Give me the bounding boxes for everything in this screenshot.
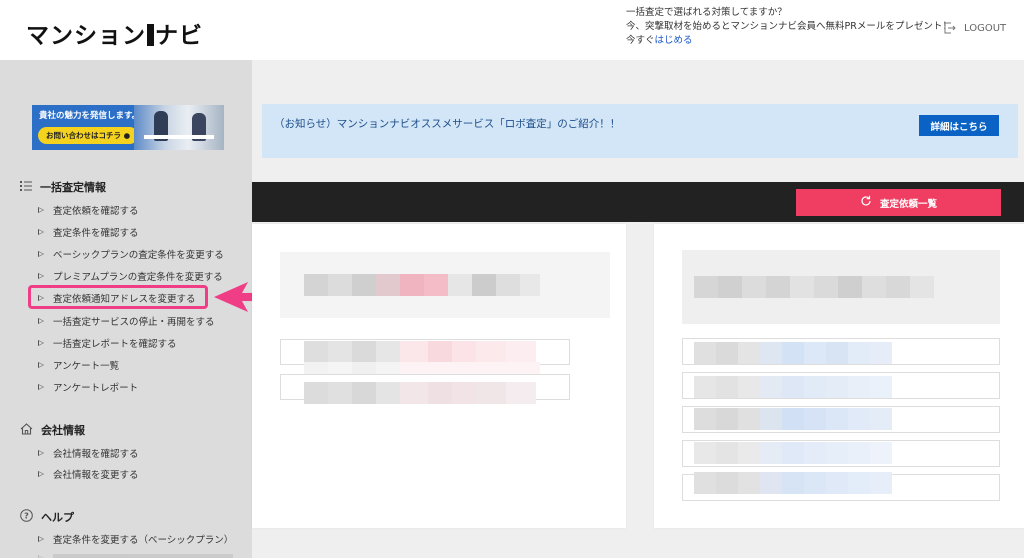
section-title: 一括査定情報 bbox=[40, 181, 106, 194]
header-notice: 一括査定で選ばれる対策してますか？ 今、突撃取材を始めるとマンションナビ会員へ無… bbox=[626, 6, 952, 48]
blurred-row bbox=[304, 274, 540, 296]
request-list-label: 査定依頼一覧 bbox=[879, 198, 937, 210]
menu-survey-list[interactable]: アンケート一覧 bbox=[38, 358, 119, 372]
triangle-icon bbox=[38, 251, 44, 257]
logout-label: LOGOUT bbox=[964, 22, 1007, 34]
triangle-icon bbox=[38, 207, 44, 213]
highlight-box bbox=[28, 285, 208, 309]
logo-text-right: ナビ bbox=[155, 23, 203, 49]
pr-banner[interactable]: 貴社の魅力を発信します。 お問い合わせはコチラ ● bbox=[32, 105, 224, 150]
menu-check-company[interactable]: 会社情報を確認する bbox=[38, 446, 139, 460]
notice-line-3: 今すぐはじめる bbox=[626, 35, 693, 46]
menu-stop-resume[interactable]: 一括査定サービスの停止・再開をする bbox=[38, 314, 215, 328]
blurred-table bbox=[694, 320, 944, 496]
section-title: 会社情報 bbox=[41, 424, 85, 437]
menu-check-requests[interactable]: 査定依頼を確認する bbox=[38, 203, 139, 217]
notice-line-2: 今、突撃取材を始めるとマンションナビ会員へ無料PRメールをプレゼント！ bbox=[626, 21, 952, 32]
banner-contact-button[interactable]: お問い合わせはコチラ ● bbox=[38, 127, 139, 144]
triangle-icon bbox=[38, 471, 44, 477]
request-list-button[interactable]: 査定依頼一覧 bbox=[796, 189, 1001, 216]
logo[interactable]: マンション ナビ bbox=[26, 16, 203, 50]
triangle-icon bbox=[38, 450, 44, 456]
section-assessment: 一括査定情報 bbox=[20, 179, 106, 195]
blurred-row bbox=[304, 341, 536, 363]
logout-icon bbox=[944, 22, 956, 34]
action-bar: 査定依頼一覧 bbox=[252, 182, 1024, 222]
triangle-icon bbox=[38, 362, 44, 368]
notice-text: （お知らせ）マンションナビオススメサービス「ロボ査定」のご紹介！！ bbox=[274, 118, 621, 130]
menu-report[interactable]: 一括査定レポートを確認する bbox=[38, 336, 177, 350]
logo-bar bbox=[147, 24, 154, 46]
triangle-icon bbox=[38, 340, 44, 346]
triangle-icon bbox=[38, 273, 44, 279]
menu-help-partial[interactable] bbox=[38, 554, 233, 558]
detail-button[interactable]: 詳細はこちら bbox=[919, 115, 999, 136]
banner-text: 貴社の魅力を発信します。 bbox=[39, 111, 141, 121]
menu-check-conditions[interactable]: 査定条件を確認する bbox=[38, 225, 139, 239]
home-icon bbox=[20, 422, 33, 438]
logout-button[interactable]: LOGOUT bbox=[944, 22, 1006, 34]
blurred-row bbox=[304, 382, 536, 404]
section-title: ヘルプ bbox=[41, 511, 74, 524]
menu-edit-company[interactable]: 会社情報を変更する bbox=[38, 467, 139, 481]
triangle-icon bbox=[38, 536, 44, 542]
menu-basic-plan-conditions[interactable]: ベーシックプランの査定条件を変更する bbox=[38, 247, 224, 261]
list-icon bbox=[20, 180, 32, 194]
section-help: ? ヘルプ bbox=[20, 509, 74, 525]
blurred-row bbox=[694, 276, 934, 298]
logo-text-left: マンション bbox=[26, 23, 146, 49]
content-panel-right bbox=[654, 224, 1024, 528]
menu-help-basic-conditions[interactable]: 査定条件を変更する（ベーシックプラン） bbox=[38, 532, 233, 546]
header: マンション ナビ 一括査定で選ばれる対策してますか？ 今、突撃取材を始めるとマンシ… bbox=[0, 0, 1024, 60]
triangle-icon bbox=[38, 384, 44, 390]
menu-survey-report[interactable]: アンケートレポート bbox=[38, 380, 138, 394]
refresh-icon bbox=[860, 195, 872, 210]
triangle-icon bbox=[38, 229, 44, 235]
notice-line-1: 一括査定で選ばれる対策してますか？ bbox=[626, 7, 787, 18]
notice-banner: （お知らせ）マンションナビオススメサービス「ロボ査定」のご紹介！！ 詳細はこちら bbox=[262, 104, 1018, 158]
menu-premium-plan-conditions[interactable]: プレミアムプランの査定条件を変更する bbox=[38, 269, 223, 283]
section-company: 会社情報 bbox=[20, 422, 85, 438]
notice-start-link[interactable]: はじめる bbox=[655, 35, 693, 46]
banner-photo bbox=[134, 105, 224, 150]
triangle-icon bbox=[38, 318, 44, 324]
content-panel-left bbox=[252, 224, 626, 528]
question-icon: ? bbox=[20, 509, 33, 525]
svg-text:?: ? bbox=[24, 512, 29, 521]
